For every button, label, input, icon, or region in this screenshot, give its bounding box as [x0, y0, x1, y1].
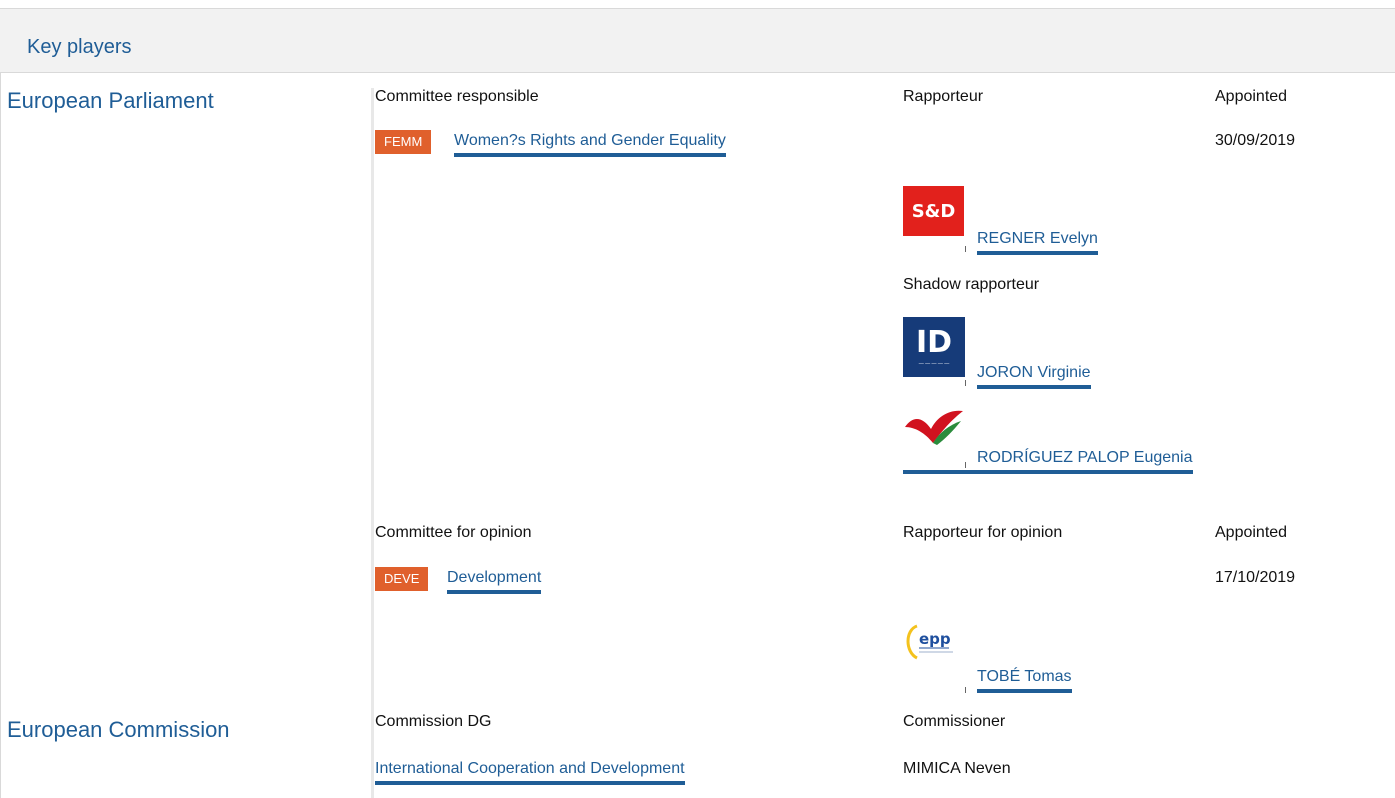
shadow-link-joron[interactable]: JORON Virginie	[977, 364, 1091, 389]
dg-link[interactable]: International Cooperation and Developmen…	[375, 760, 685, 785]
commissioner-name: MIMICA Neven	[903, 760, 1011, 777]
institution-commission: European Commission	[7, 717, 230, 742]
header-appointed: Appointed	[1215, 88, 1288, 105]
header-appointed-opinion: Appointed	[1215, 524, 1288, 541]
committee-badge-deve: DEVE	[375, 567, 429, 591]
id-group-logo: ID — — — — —	[903, 317, 965, 377]
shadow-rapporteur-label: Shadow rapporteur	[903, 276, 1040, 293]
committee-link-femm[interactable]: Women?s Rights and Gender Equality	[454, 132, 726, 157]
logo-tick	[965, 246, 966, 252]
header-rapporteur: Rapporteur	[903, 88, 984, 105]
committee-badge-femm: FEMM	[375, 130, 432, 154]
committee-link-deve[interactable]: Development	[447, 569, 542, 594]
logo-tick	[965, 380, 966, 386]
institution-parliament: European Parliament	[7, 88, 214, 113]
header-commission-dg: Commission DG	[375, 713, 492, 730]
header-rapporteur-for-opinion: Rapporteur for opinion	[903, 524, 1063, 541]
appointed-date-femm: 30/09/2019	[1215, 132, 1296, 149]
column-divider	[371, 88, 374, 798]
appointed-date-deve: 17/10/2019	[1215, 569, 1296, 586]
header-commissioner: Commissioner	[903, 713, 1006, 730]
svg-text:epp: epp	[919, 630, 951, 648]
epp-logo: epp	[906, 624, 953, 660]
rapporteur-link-regner[interactable]: REGNER Evelyn	[977, 230, 1098, 255]
shadow-link-rodriguez-palop[interactable]: RODRÍGUEZ PALOP Eugenia	[903, 446, 1193, 474]
gue-ngl-logo	[905, 410, 963, 445]
rapporteur-link-tobe[interactable]: TOBÉ Tomas	[977, 668, 1072, 693]
header-committee-responsible: Committee responsible	[375, 88, 539, 105]
key-players-panel	[0, 8, 1395, 798]
logo-tick	[965, 687, 966, 693]
panel-title: Key players	[27, 36, 132, 58]
panel-header: Key players	[0, 8, 1395, 73]
header-committee-for-opinion: Committee for opinion	[375, 524, 532, 541]
s-and-d-logo: S&D	[903, 186, 964, 236]
